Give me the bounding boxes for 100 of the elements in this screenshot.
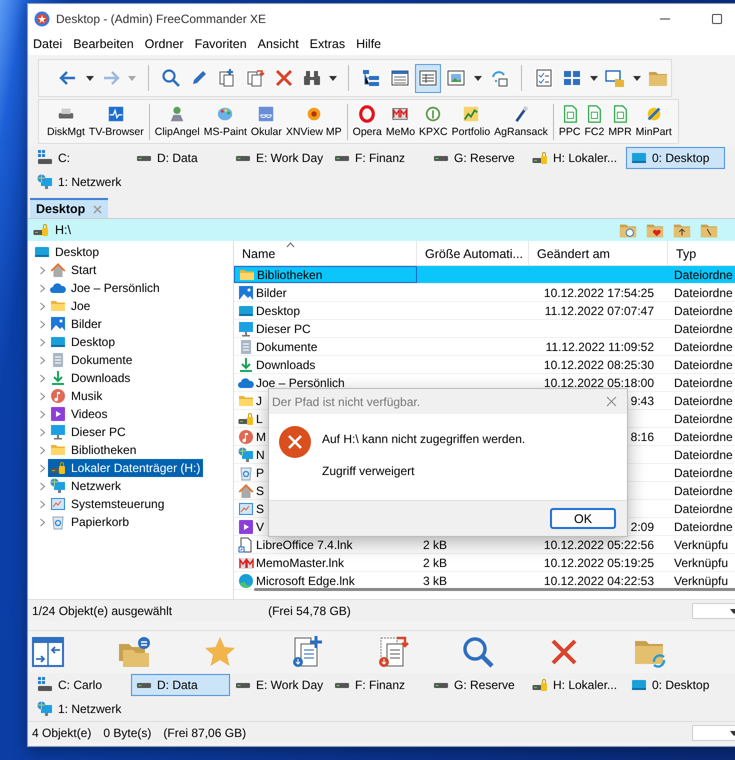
tree-item[interactable]: Netzwerk — [48, 477, 124, 495]
network-icon — [50, 478, 66, 494]
column-header[interactable]: Typ — [668, 241, 735, 265]
drive-button[interactable]: E: Work Day — [230, 674, 329, 696]
tree-item[interactable]: Downloads — [48, 369, 134, 387]
launcher-button[interactable]: FC2 — [582, 105, 606, 138]
launcher-button[interactable]: DiskMgt — [45, 105, 87, 138]
tree-item[interactable]: Dokumente — [48, 351, 136, 369]
chevron-icon[interactable] — [38, 482, 46, 490]
caret-icon[interactable] — [588, 74, 599, 82]
menu-item[interactable]: Ordner — [140, 37, 190, 51]
chevron-icon[interactable] — [38, 410, 46, 418]
ok-button[interactable]: OK — [550, 508, 616, 529]
tree-item[interactable]: Bibliotheken — [48, 441, 140, 459]
launcher-button[interactable]: PPC — [556, 105, 582, 138]
menu-item[interactable]: Datei — [28, 37, 68, 51]
launcher-button[interactable]: MPR — [606, 105, 634, 138]
file-row[interactable]: Dieser PC Dateiordne — [234, 320, 735, 338]
launcher-button[interactable]: Portfolio — [450, 105, 492, 138]
close-icon[interactable] — [606, 396, 617, 407]
dropdown[interactable] — [692, 603, 735, 619]
tree-item[interactable]: Bilder — [48, 315, 105, 333]
chevron-icon[interactable] — [38, 284, 46, 292]
caret-icon[interactable] — [472, 74, 483, 82]
file-row[interactable]: Downloads 10.12.2022 08:25:30 Dateiordne — [234, 356, 735, 374]
chevron-icon[interactable] — [38, 518, 46, 526]
chevron-icon[interactable] — [38, 500, 46, 508]
chevron-icon[interactable] — [38, 266, 46, 274]
chevron-icon[interactable] — [38, 356, 46, 364]
drive-button[interactable]: 0: Desktop — [626, 147, 725, 169]
menu-item[interactable]: Ansicht — [252, 37, 305, 51]
column-header[interactable]: Geändert am — [529, 241, 668, 265]
tree-item[interactable]: Videos — [48, 405, 110, 423]
drive-button[interactable]: H: Lokaler... — [527, 674, 626, 696]
drive-button[interactable]: 1: Netzwerk — [32, 171, 131, 193]
tree-item[interactable]: Desktop — [48, 333, 118, 351]
menu-item[interactable]: Bearbeiten — [68, 37, 140, 51]
menu-item[interactable]: Hilfe — [351, 37, 388, 51]
launcher-button[interactable]: TV-Browser — [86, 105, 146, 138]
launcher-button[interactable]: MeMo — [384, 105, 418, 138]
launcher-button[interactable]: MinPart — [634, 105, 674, 138]
tree-item[interactable]: Dieser PC — [48, 423, 129, 441]
chevron-icon[interactable] — [38, 374, 46, 382]
chevron-icon[interactable] — [38, 428, 46, 436]
file-row[interactable]: Bibliotheken Dateiordne — [234, 266, 735, 284]
delete-icon — [274, 68, 294, 88]
chevron-icon[interactable] — [38, 302, 46, 310]
launcher-button[interactable]: MS-Paint — [202, 105, 249, 138]
tree-item[interactable]: Joe — [48, 297, 94, 315]
chevron-icon[interactable] — [38, 338, 46, 346]
scrollbar[interactable] — [254, 588, 735, 591]
tree-item[interactable]: Papierkorb — [48, 513, 132, 531]
launcher-button[interactable]: KPXC — [417, 105, 450, 138]
drive-button[interactable]: C: Carlo — [32, 674, 131, 696]
file-row[interactable]: MemoMaster.lnk 2 kB 10.12.2022 05:19:25 Verknüpfu — [234, 554, 735, 572]
caret-icon[interactable] — [328, 74, 338, 82]
tree-item[interactable]: Lokaler Datenträger (H:) — [48, 459, 204, 477]
drive-button[interactable]: F: Finanz — [329, 147, 428, 169]
tree-item[interactable]: Musik — [48, 387, 106, 405]
table-cell: V — [256, 520, 264, 534]
column-header[interactable]: Größe Automati... — [417, 241, 529, 265]
file-row[interactable]: Desktop 11.12.2022 07:07:47 Dateiordne — [234, 302, 735, 320]
launcher-button[interactable]: Opera — [350, 105, 384, 138]
menu-item[interactable]: Favoriten — [190, 37, 253, 51]
panel-tab[interactable]: Desktop — [30, 198, 108, 218]
column-header[interactable]: Name — [234, 241, 417, 265]
function-button[interactable] — [117, 634, 151, 670]
table-cell: 2 kB — [423, 556, 448, 570]
drive-button[interactable]: 0: Desktop — [626, 674, 725, 696]
caret-icon[interactable] — [632, 74, 642, 82]
menu-item[interactable]: Extras — [304, 37, 352, 51]
launcher-button[interactable]: ClipAngel — [152, 105, 202, 138]
function-button[interactable] — [31, 634, 65, 670]
drive-button[interactable]: 1: Netzwerk — [32, 698, 131, 720]
chevron-icon[interactable] — [38, 464, 46, 472]
chart-icon — [462, 105, 480, 123]
drive-button[interactable]: C: — [32, 147, 131, 169]
tree-item[interactable]: Joe – Persönlich — [48, 279, 163, 297]
launcher-button[interactable]: Okular — [248, 105, 284, 138]
toolbar-button[interactable] — [414, 64, 442, 92]
caret-icon[interactable] — [84, 74, 95, 82]
drive-button[interactable]: E: Work Day — [230, 147, 329, 169]
tree-item[interactable]: Desktop — [32, 243, 102, 261]
chevron-icon[interactable] — [38, 320, 46, 328]
drive-button[interactable]: H: Lokaler... — [527, 147, 626, 169]
dropdown[interactable] — [692, 725, 735, 741]
drive-button[interactable]: G: Reserve — [428, 674, 527, 696]
launcher-button[interactable]: XNView MP — [284, 105, 344, 138]
file-row[interactable]: Dokumente 11.12.2022 11:09:52 Dateiordne — [234, 338, 735, 356]
chevron-icon[interactable] — [38, 392, 46, 400]
drive-button[interactable]: D: Data — [131, 674, 230, 696]
drive-button[interactable]: F: Finanz — [329, 674, 428, 696]
drive-button[interactable]: D: Data — [131, 147, 230, 169]
drive-button[interactable]: G: Reserve — [428, 147, 527, 169]
status-text: 4 Objekt(e) — [32, 726, 92, 740]
chevron-icon[interactable] — [38, 446, 46, 454]
file-row[interactable]: Bilder 10.12.2022 17:54:25 Dateiordne — [234, 284, 735, 302]
launcher-button[interactable]: AgRansack — [492, 105, 550, 138]
tree-item[interactable]: Start — [48, 261, 100, 279]
tree-item[interactable]: Systemsteuerung — [48, 495, 168, 513]
